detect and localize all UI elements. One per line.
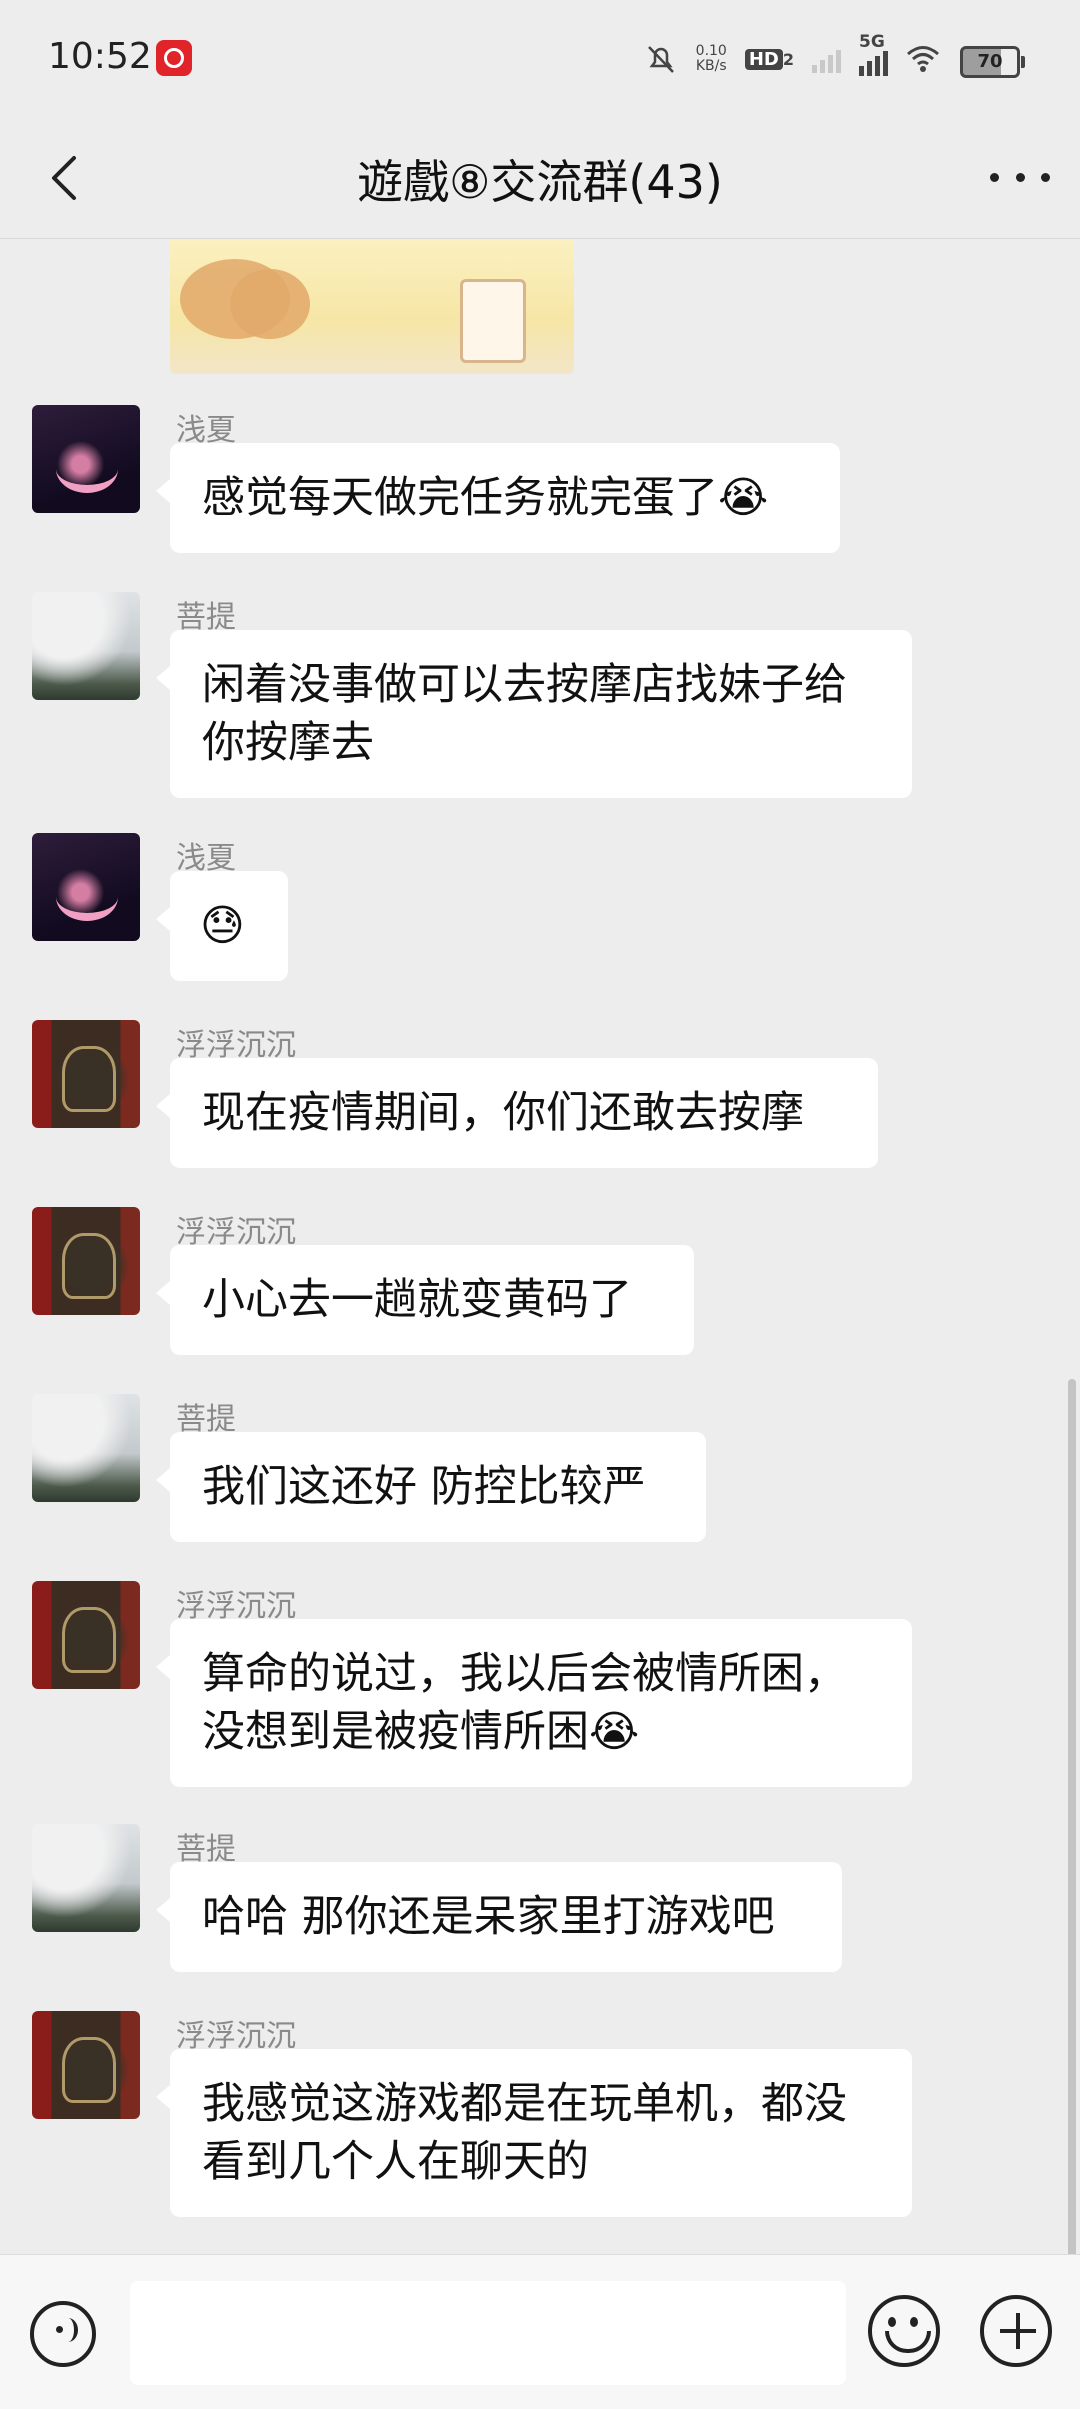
- message-list[interactable]: 浅夏 感觉每天做完任务就完蛋了😭 菩提 闲着没事做可以去按摩店找妹子给你按摩去 …: [0, 239, 1080, 2254]
- message-bubble[interactable]: 小心去一趟就变黄码了: [156, 1245, 694, 1355]
- avatar[interactable]: [32, 833, 140, 941]
- plus-icon[interactable]: [980, 2295, 1052, 2367]
- message-input[interactable]: [130, 2281, 846, 2385]
- scrollbar[interactable]: [1068, 1379, 1076, 2254]
- message-bubble[interactable]: 哈哈 那你还是呆家里打游戏吧: [156, 1862, 842, 1972]
- avatar[interactable]: [32, 2011, 140, 2119]
- battery-icon: 70: [960, 46, 1025, 78]
- avatar[interactable]: [32, 1020, 140, 1128]
- network-speed: 0.10 KB/s: [696, 44, 727, 74]
- message-bubble[interactable]: 感觉每天做完任务就完蛋了😭: [156, 443, 840, 553]
- more-options-icon[interactable]: [990, 152, 1050, 202]
- hd-voice-icon: HD 2: [744, 48, 794, 70]
- avatar[interactable]: [32, 1394, 140, 1502]
- avatar[interactable]: [32, 1824, 140, 1932]
- signal-5g-icon: 5G: [859, 32, 888, 76]
- network-speed-value: 0.10: [695, 43, 727, 59]
- avatar[interactable]: [32, 1581, 140, 1689]
- input-bar: [0, 2254, 1080, 2409]
- message-bubble[interactable]: 😓: [156, 871, 288, 981]
- chat-header: 遊戲⑧交流群(43): [0, 120, 1080, 239]
- signal-sim1-icon: [812, 45, 841, 73]
- status-icons: 0.10 KB/s HD 2 5G: [644, 32, 940, 76]
- avatar[interactable]: [32, 1207, 140, 1315]
- sticker-image[interactable]: [170, 239, 574, 374]
- chat-title: 遊戲⑧交流群(43): [357, 155, 723, 209]
- avatar[interactable]: [32, 592, 140, 700]
- wifi-icon: [907, 46, 939, 72]
- app-notification-icon: [156, 40, 192, 76]
- message-bubble[interactable]: 现在疫情期间，你们还敢去按摩: [156, 1058, 878, 1168]
- status-time: 10:52: [48, 36, 152, 77]
- mute-bell-icon: [647, 46, 674, 73]
- message-bubble[interactable]: 我们这还好 防控比较严: [156, 1432, 706, 1542]
- voice-icon[interactable]: [30, 2301, 96, 2367]
- message-bubble[interactable]: 我感觉这游戏都是在玩单机，都没看到几个人在聊天的: [156, 2049, 912, 2217]
- message-bubble[interactable]: 算命的说过，我以后会被情所困，没想到是被疫情所困😭: [156, 1619, 912, 1787]
- status-bar: 10:52 0.10 KB/s HD 2 5G 70: [0, 0, 1080, 120]
- network-speed-unit: KB/s: [695, 58, 727, 74]
- emoji-icon[interactable]: [868, 2295, 940, 2367]
- message-bubble[interactable]: 闲着没事做可以去按摩店找妹子给你按摩去: [156, 630, 912, 798]
- avatar[interactable]: [32, 405, 140, 513]
